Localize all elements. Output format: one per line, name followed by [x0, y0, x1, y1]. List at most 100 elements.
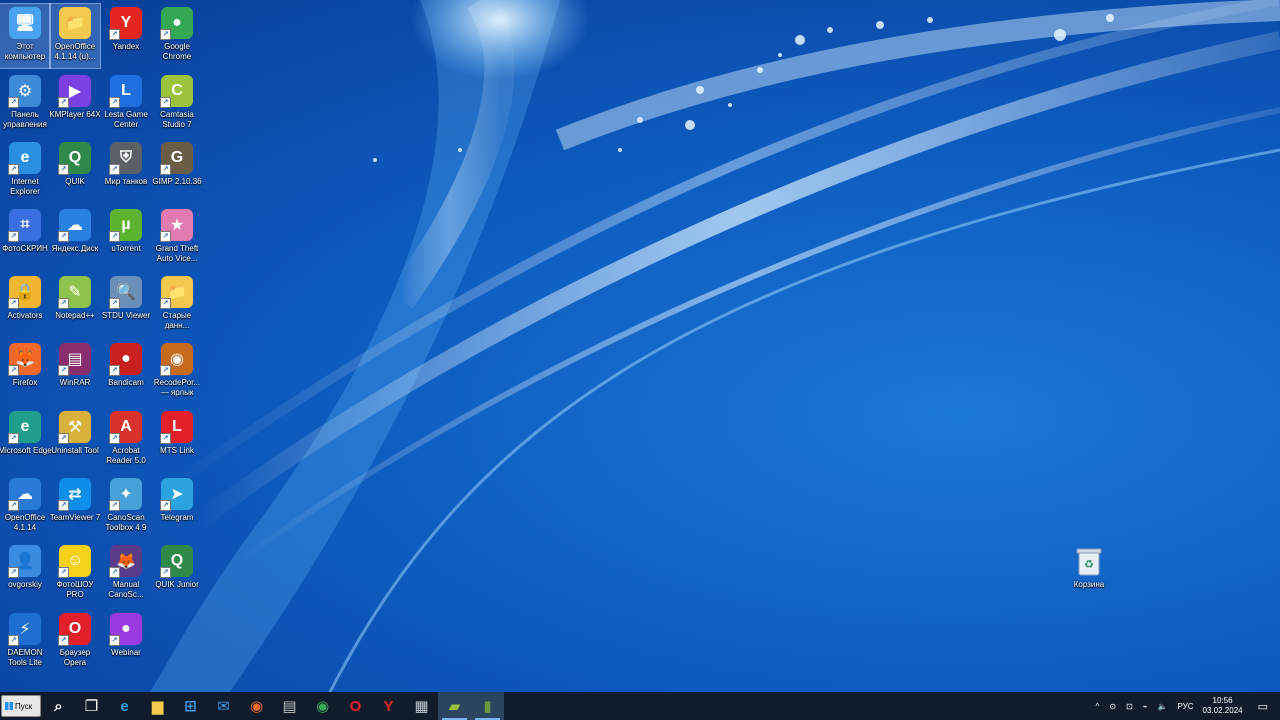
- desktop-icon[interactable]: A ↗ Acrobat Reader 5.0: [101, 408, 151, 472]
- desktop-icon[interactable]: ⚡ ↗ DAEMON Tools Lite: [0, 610, 50, 674]
- shortcut-arrow-icon: ↗: [58, 365, 69, 376]
- desktop-icon[interactable]: Y ↗ Yandex: [101, 4, 151, 68]
- fotoscreen-icon: ⌗ ↗: [8, 209, 41, 242]
- shortcut-arrow-icon: ↗: [160, 500, 171, 511]
- desktop-icon[interactable]: ◉ ↗ RecodePor... — ярлык: [152, 340, 202, 404]
- desktop-icon[interactable]: Q ↗ QUIK Junior: [152, 542, 202, 606]
- desktop-icon-label: Браузер Opera: [59, 648, 91, 667]
- stdu-viewer-icon: 🔍 ↗: [109, 276, 142, 309]
- desktop-icon[interactable]: ⇄ ↗ TeamViewer 7: [50, 475, 100, 539]
- desktop-icon[interactable]: ✦ ↗ CanoScan Toolbox 4.9: [101, 475, 151, 539]
- shortcut-arrow-icon: ↗: [58, 433, 69, 444]
- recorder-app-icon: ▮: [483, 698, 492, 715]
- desktop-icon[interactable]: Q ↗ QUIK: [50, 139, 100, 203]
- desktop-icon-label: RecodePor... — ярлык: [153, 378, 201, 397]
- desktop-icon[interactable]: G ↗ GIMP 2.10.36: [152, 139, 202, 203]
- shortcut-arrow-icon: ↗: [8, 231, 19, 242]
- desktop[interactable]: 🖥 Этот компьютер 📁 OpenOffice 4.1.14 (u)...…: [0, 0, 1280, 692]
- desktop-icon[interactable]: e ↗ Internet Explorer: [0, 139, 50, 203]
- desktop-icon[interactable]: 🦊 ↗ Manual CanoSc...: [101, 542, 151, 606]
- taskbar-winrar-button[interactable]: ▤: [273, 692, 306, 720]
- desktop-icon[interactable]: 📁 ↗ Старые данн...: [152, 273, 202, 337]
- desktop-icon[interactable]: 🦊 ↗ Firefox: [0, 340, 50, 404]
- taskbar-edge-button[interactable]: e: [108, 692, 141, 720]
- usb-icon[interactable]: ⌁: [1143, 702, 1148, 711]
- desktop-icon[interactable]: ● ↗ Google Chrome: [152, 4, 202, 68]
- icon-glyph: e: [20, 149, 30, 166]
- taskbar-task-view-button[interactable]: ❐: [75, 692, 108, 720]
- desktop-icon[interactable]: 🔒 ↗ Activators: [0, 273, 50, 337]
- language-indicator[interactable]: РУС: [1178, 702, 1194, 711]
- fotoshow-icon: ☺ ↗: [58, 545, 91, 578]
- desktop-icon[interactable]: O ↗ Браузер Opera: [50, 610, 100, 674]
- shortcut-arrow-icon: ↗: [8, 500, 19, 511]
- desktop-icon-label: Grand Theft Auto Vice...: [155, 244, 199, 263]
- desktop-icon[interactable]: ☁ ↗ OpenOffice 4.1.14: [0, 475, 50, 539]
- desktop-icon[interactable]: ● ↗ Bandicam: [101, 340, 151, 404]
- notifications-icon[interactable]: ▭: [1258, 700, 1268, 713]
- desktop-icon[interactable]: ☁ ↗ Яндекс.Диск: [50, 206, 100, 270]
- taskbar-calculator-button[interactable]: ▦: [405, 692, 438, 720]
- desktop-icon-label: Yandex: [112, 42, 140, 51]
- shortcut-arrow-icon: ↗: [160, 365, 171, 376]
- desktop-icon[interactable]: ✎ ↗ Notepad++: [50, 273, 100, 337]
- desktop-icon[interactable]: ☺ ↗ ФотоШОУ PRO: [50, 542, 100, 606]
- desktop-icon[interactable]: C ↗ Camtasia Studio 7: [152, 72, 202, 136]
- taskbar-recorder-button[interactable]: ▮: [471, 692, 504, 720]
- desktop-icon-label: OpenOffice 4.1.14: [4, 513, 46, 532]
- chrome-icon: ● ↗: [160, 7, 193, 40]
- taskbar: Пуск ⌕ ❐ e ▆ ⊞ ✉ ◉ ▤ ◉ O Y ▦ ▰ ▮ ^ ⊙ ⊡ ⌁ 🔈 РУС 10:56 …: [0, 692, 1280, 720]
- desktop-icon[interactable]: ★ ↗ Grand Theft Auto Vice...: [152, 206, 202, 270]
- yandex-disk-icon: ☁ ↗: [58, 209, 91, 242]
- desktop-icon[interactable]: 🔍 ↗ STDU Viewer: [101, 273, 151, 337]
- desktop-icon[interactable]: L ↗ MTS Link: [152, 408, 202, 472]
- desktop-icon-label: Microsoft Edge: [0, 446, 52, 455]
- desktop-icon[interactable]: 🖥 Этот компьютер: [0, 3, 51, 69]
- desktop-icon-label: Яндекс.Диск: [51, 244, 99, 253]
- icon-glyph: ☁: [17, 486, 33, 503]
- desktop-icon[interactable]: L ↗ Lesta Game Center: [101, 72, 151, 136]
- recycle-bin[interactable]: ♻ Корзина: [1064, 542, 1114, 606]
- clock[interactable]: 10:56 03.02.2024: [1203, 696, 1243, 716]
- taskbar-mail-button[interactable]: ✉: [207, 692, 240, 720]
- icon-glyph: ⌗: [20, 216, 30, 233]
- taskbar-camtasia-button[interactable]: ▰: [438, 692, 471, 720]
- shortcut-arrow-icon: ↗: [58, 97, 69, 108]
- desktop-icon[interactable]: e ↗ Microsoft Edge: [0, 408, 52, 472]
- volume-icon[interactable]: 🔈: [1158, 702, 1168, 711]
- lock-icon: 🔒 ↗: [8, 276, 41, 309]
- clock-time: 10:56: [1212, 696, 1233, 705]
- desktop-icon[interactable]: 📁 OpenOffice 4.1.14 (u)...: [49, 3, 101, 69]
- desktop-icon[interactable]: µ ↗ uTorrent: [101, 206, 151, 270]
- desktop-icon[interactable]: ⌗ ↗ ФотоСКРИН: [0, 206, 50, 270]
- desktop-icon[interactable]: ⛨ ↗ Мир танков: [101, 139, 151, 203]
- task-view-icon: ❐: [84, 698, 99, 715]
- tray-app-icon[interactable]: ⊙: [1109, 702, 1116, 711]
- shortcut-arrow-icon: ↗: [8, 97, 19, 108]
- taskbar-explorer-button[interactable]: ▆: [141, 692, 174, 720]
- desktop-icon[interactable]: ⚙ ↗ Панель управления: [0, 72, 50, 136]
- desktop-icon[interactable]: ➤ ↗ Telegram: [152, 475, 202, 539]
- desktop-icon[interactable]: ● ↗ Webinar: [101, 610, 151, 674]
- taskbar-firefox-button[interactable]: ◉: [240, 692, 273, 720]
- taskbar-store-button[interactable]: ⊞: [174, 692, 207, 720]
- taskbar-opera-button[interactable]: O: [339, 692, 372, 720]
- desktop-icon-label: Manual CanoSc...: [108, 580, 144, 599]
- desktop-icon[interactable]: ▶ ↗ KMPlayer 64X: [49, 72, 101, 136]
- icon-glyph: Q: [68, 149, 82, 166]
- taskbar-yandex-button[interactable]: Y: [372, 692, 405, 720]
- start-button[interactable]: Пуск: [1, 695, 41, 717]
- taskbar-search-button[interactable]: ⌕: [42, 692, 75, 720]
- desktop-icon[interactable]: ⚒ ↗ Uninstall Tool: [50, 408, 100, 472]
- desktop-icon[interactable]: 👤 ↗ ovgorskiy: [0, 542, 50, 606]
- icon-glyph: ▤: [67, 351, 83, 368]
- shortcut-arrow-icon: ↗: [160, 433, 171, 444]
- desktop-icon-label: Webinar: [111, 648, 141, 657]
- icon-glyph: ⇄: [68, 486, 82, 503]
- desktop-icon-label: Старые данн...: [162, 311, 192, 330]
- taskbar-chrome-button[interactable]: ◉: [306, 692, 339, 720]
- network-icon[interactable]: ⊡: [1126, 702, 1133, 711]
- desktop-icon[interactable]: ▤ ↗ WinRAR: [50, 340, 100, 404]
- quik-junior-icon: Q ↗: [160, 545, 193, 578]
- tray-chevron-icon[interactable]: ^: [1096, 702, 1100, 711]
